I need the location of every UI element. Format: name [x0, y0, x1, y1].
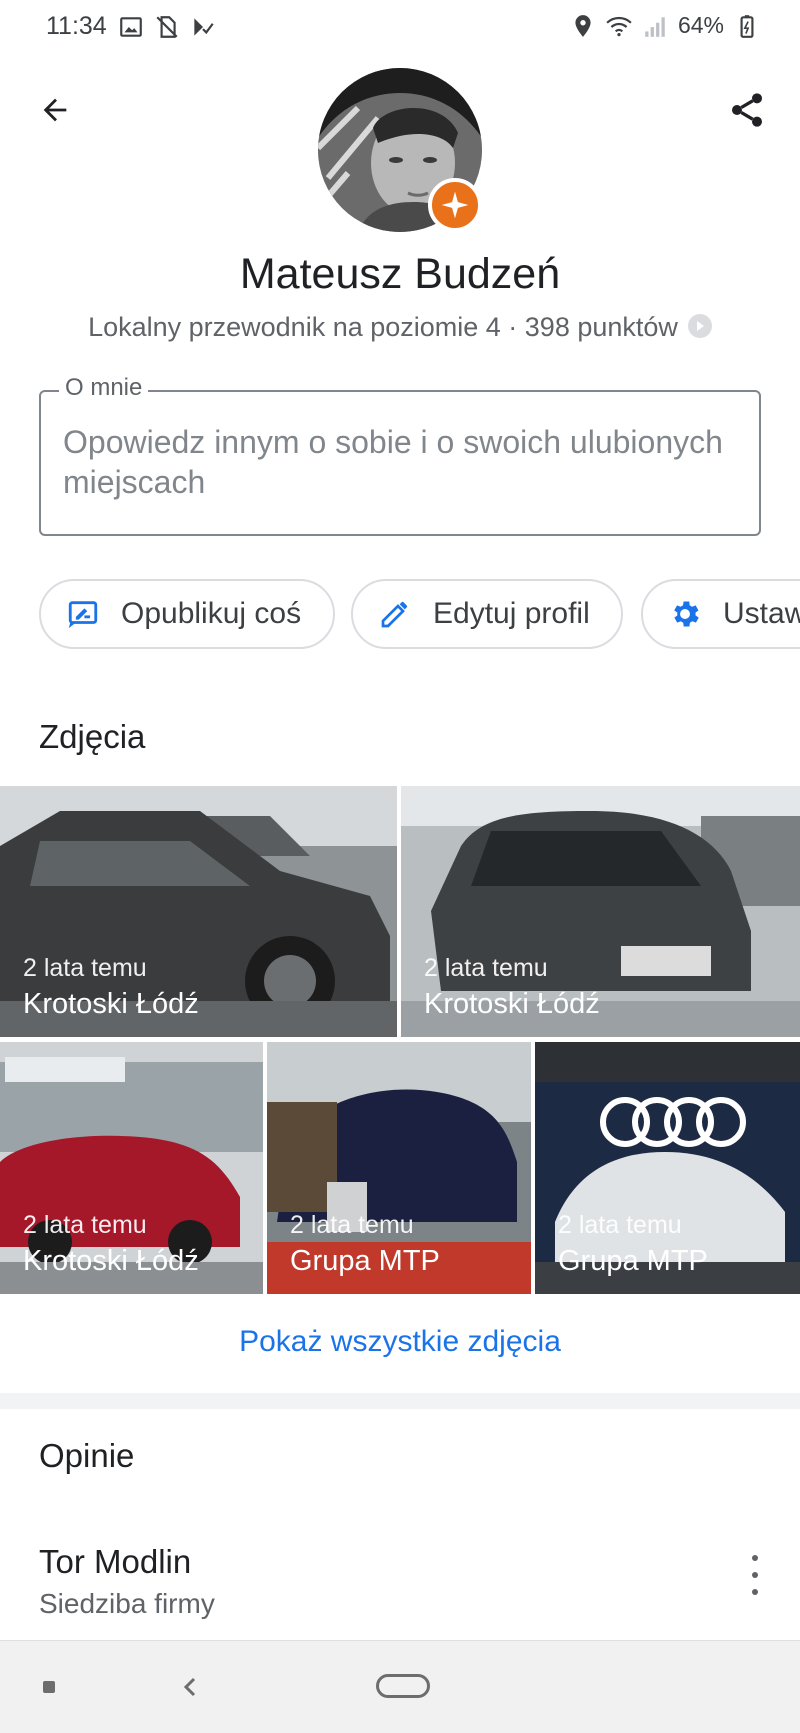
status-notification-icons: [118, 14, 216, 40]
section-divider: [0, 1393, 800, 1409]
arrow-back-icon: [43, 98, 67, 122]
post-label: Opublikuj coś: [121, 597, 302, 630]
gallery-icon: [120, 17, 142, 37]
show-all-photos-link[interactable]: Pokaż wszystkie zdjęcia: [0, 1325, 800, 1359]
photo-time: 2 lata temu: [558, 1211, 682, 1239]
settings-button[interactable]: Ustaw: [641, 579, 800, 649]
status-time: 11:34: [46, 12, 107, 40]
action-chips: Opublikuj coś Edytuj profil Ustaw: [39, 579, 800, 651]
reviews-section-title: Opinie: [39, 1437, 135, 1474]
wifi-icon: [606, 16, 632, 36]
photo-tile-1[interactable]: 2 lata temu Krotoski Łódź: [0, 786, 397, 1037]
system-navigation-bar: [0, 1640, 800, 1733]
photo-tile-2[interactable]: 2 lata temu Krotoski Łódź: [401, 786, 800, 1037]
post-icon: [65, 596, 101, 632]
share-icon: [732, 93, 762, 127]
no-sim-icon: [156, 16, 178, 38]
share-button[interactable]: [722, 85, 772, 135]
photo-tile-3[interactable]: 2 lata temu Krotoski Łódź: [0, 1042, 263, 1294]
local-guide-badge-icon: [428, 178, 482, 232]
about-me-field[interactable]: O mnie Opowiedz innym o sobie i o swoich…: [39, 374, 761, 536]
photo-tile-4[interactable]: 2 lata temu Grupa MTP: [267, 1042, 531, 1294]
nav-back-icon[interactable]: [178, 1671, 202, 1703]
profile-level-row[interactable]: Lokalny przewodnik na poziomie 4 · 398 p…: [0, 312, 800, 343]
task-done-icon: [194, 18, 214, 36]
review-place-category: Siedziba firmy: [39, 1588, 215, 1619]
chevron-right-icon: [687, 313, 712, 338]
photo-time: 2 lata temu: [23, 1211, 147, 1239]
recent-apps-button[interactable]: [43, 1681, 55, 1693]
back-button[interactable]: [30, 85, 80, 135]
review-place-name[interactable]: Tor Modlin: [39, 1543, 191, 1581]
gear-icon: [667, 596, 703, 632]
photo-place: Krotoski Łódź: [424, 988, 600, 1020]
more-options-icon[interactable]: [740, 1555, 770, 1595]
edit-profile-button[interactable]: Edytuj profil: [351, 579, 623, 649]
photo-place: Krotoski Łódź: [23, 1245, 199, 1277]
status-system-icons: 64%: [570, 12, 760, 39]
settings-label: Ustaw: [723, 597, 800, 630]
photo-place: Krotoski Łódź: [23, 988, 199, 1020]
photo-time: 2 lata temu: [290, 1211, 414, 1239]
battery-percentage: 64%: [677, 12, 724, 38]
photo-place: Grupa MTP: [558, 1245, 708, 1277]
photo-time: 2 lata temu: [424, 954, 548, 982]
photos-section-title: Zdjęcia: [39, 718, 146, 755]
signal-icon: [645, 16, 665, 37]
post-button[interactable]: Opublikuj coś: [39, 579, 335, 649]
battery-icon: [740, 14, 754, 38]
about-me-placeholder: Opowiedz innym o sobie i o swoich ulubio…: [63, 424, 723, 500]
edit-profile-label: Edytuj profil: [433, 597, 590, 630]
about-me-label: O mnie: [59, 374, 149, 402]
photo-time: 2 lata temu: [23, 954, 147, 982]
location-icon: [575, 14, 591, 37]
profile-level-text: Lokalny przewodnik na poziomie 4 · 398 p…: [88, 312, 678, 342]
home-button[interactable]: [376, 1674, 430, 1698]
photo-tile-5[interactable]: 2 lata temu Grupa MTP: [535, 1042, 800, 1294]
profile-name: Mateusz Budzeń: [239, 250, 561, 298]
status-bar: 11:34 64%: [0, 0, 800, 52]
photo-place: Grupa MTP: [290, 1245, 440, 1277]
pencil-icon: [377, 596, 413, 632]
